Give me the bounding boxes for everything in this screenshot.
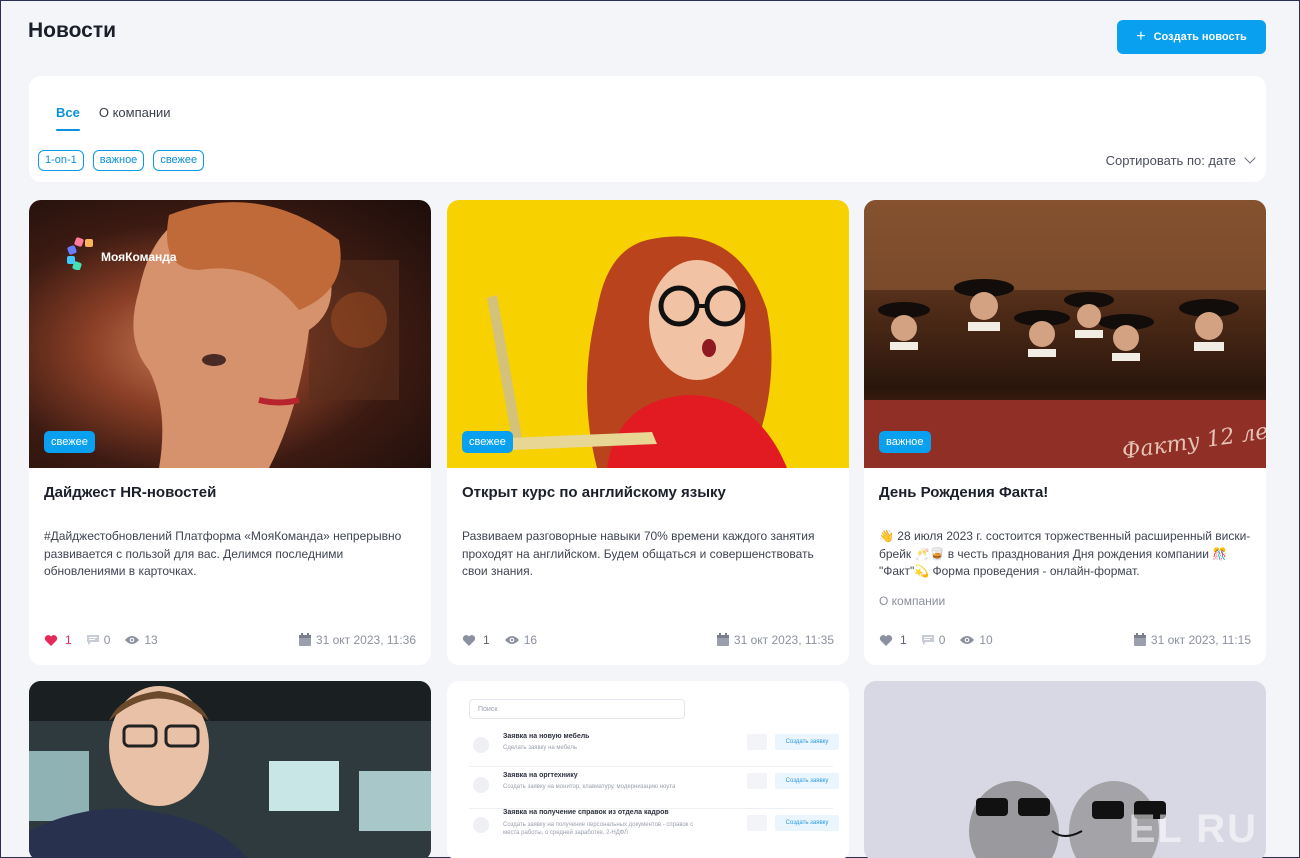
chevron-up-icon <box>747 773 767 789</box>
like-button[interactable]: 1 <box>462 633 490 647</box>
brand-logo: МояКоманда <box>67 236 177 270</box>
news-image <box>29 681 431 858</box>
tag-filters: 1-on-1 важное свежее <box>38 150 205 171</box>
comments-count: 0 <box>103 633 111 647</box>
heart-icon <box>44 634 58 646</box>
chevron-down-icon <box>1244 152 1256 164</box>
request-title: Заявка на оргтехнику <box>503 772 578 779</box>
news-description: Развиваем разговорные навыки 70% времени… <box>462 529 815 578</box>
search-placeholder: Поиск <box>478 706 498 713</box>
views-count: 10 <box>979 633 993 647</box>
tabs: Все О компании <box>56 105 171 131</box>
calendar-icon <box>716 633 729 646</box>
views-stat: 16 <box>504 633 537 647</box>
news-title[interactable]: Открыт курс по английскому языку <box>462 484 726 501</box>
device-icon <box>473 777 489 793</box>
sort-dropdown[interactable]: Сортировать по: дате <box>1105 152 1256 168</box>
news-title[interactable]: Дайджест HR-новостей <box>44 484 216 501</box>
request-title: Заявка на получение справок из отдела ка… <box>503 809 669 816</box>
like-button[interactable]: 1 <box>879 633 907 647</box>
news-image: Поиск Заявка на новую мебель Сделать зая… <box>455 681 841 858</box>
news-category: О компании <box>879 594 946 608</box>
news-image: Факту 12 лет важное <box>864 200 1266 468</box>
comments-button[interactable]: 0 <box>921 633 946 647</box>
news-description: #Дайджестобновлений Платформа «МояКоманд… <box>44 529 402 578</box>
chevron-up-icon <box>747 815 767 831</box>
comment-icon <box>921 635 934 645</box>
views-count: 13 <box>144 633 158 647</box>
doc-icon <box>473 737 489 753</box>
create-news-button[interactable]: + Создать новость <box>1117 20 1266 54</box>
request-row: Заявка на оргтехнику Создать заявку на м… <box>469 771 839 809</box>
date-text: 31 окт 2023, 11:35 <box>733 633 834 647</box>
calendar-icon <box>298 633 311 646</box>
news-card[interactable] <box>29 681 431 858</box>
status-badge: свежее <box>462 431 513 453</box>
news-title[interactable]: День Рождения Факта! <box>879 484 1048 501</box>
request-subtitle: Создать заявку на получение персональных… <box>503 822 694 836</box>
date-text: 31 окт 2023, 11:15 <box>1150 633 1251 647</box>
tag-important[interactable]: важное <box>92 150 145 171</box>
watermark: EL RU <box>1128 807 1258 851</box>
likes-count: 1 <box>65 633 72 647</box>
news-meta: 1 16 31 окт 2023, 11:35 <box>462 633 834 647</box>
request-subtitle: Сделать заявку на мебель <box>503 745 577 751</box>
logo-text: МояКоманда <box>101 250 177 264</box>
heart-icon <box>462 634 476 646</box>
news-card[interactable]: EL RU <box>864 681 1266 858</box>
eye-icon <box>960 636 975 644</box>
comment-icon <box>86 635 99 645</box>
news-card[interactable]: МояКоманда свежее Дайджест HR-новостей #… <box>29 200 431 665</box>
logo-icon <box>67 237 93 270</box>
status-badge: свежее <box>44 431 95 453</box>
likes-count: 1 <box>483 633 490 647</box>
news-image: свежее <box>447 200 849 468</box>
news-card[interactable]: свежее Открыт курс по английскому языку … <box>447 200 849 665</box>
like-button[interactable]: 1 <box>44 633 72 647</box>
create-request-button: Создать заявку <box>775 773 839 789</box>
page-title: Новости <box>28 19 117 42</box>
plus-icon: + <box>1136 28 1146 45</box>
views-count: 16 <box>523 633 538 647</box>
sort-label: Сортировать по: дате <box>1105 153 1236 168</box>
news-card[interactable]: Поиск Заявка на новую мебель Сделать зая… <box>447 681 849 858</box>
news-date: 31 окт 2023, 11:35 <box>716 633 834 647</box>
create-request-button: Создать заявку <box>775 815 839 831</box>
heart-icon <box>879 634 893 646</box>
tab-all[interactable]: Все <box>56 105 80 131</box>
request-row: Заявка на получение справок из отдела ка… <box>469 809 839 849</box>
news-image: МояКоманда свежее <box>29 200 431 468</box>
views-stat: 13 <box>124 633 158 647</box>
user-icon <box>473 817 489 833</box>
eye-icon <box>125 636 140 644</box>
tab-about-company[interactable]: О компании <box>99 105 171 129</box>
news-date: 31 окт 2023, 11:36 <box>298 633 416 647</box>
news-meta: 1 0 13 31 окт 2023, 11:36 <box>44 633 416 647</box>
request-row: Заявка на новую мебель Сделать заявку на… <box>469 731 839 767</box>
comments-button[interactable]: 0 <box>86 633 111 647</box>
status-badge: важное <box>879 431 931 453</box>
likes-count: 1 <box>900 633 907 647</box>
news-date: 31 окт 2023, 11:15 <box>1133 633 1251 647</box>
eye-icon <box>504 636 519 644</box>
request-subtitle: Создать заявку на монитор, клавиатуру, м… <box>503 784 676 790</box>
views-stat: 10 <box>959 633 993 647</box>
tag-fresh[interactable]: свежее <box>153 150 205 171</box>
search-field: Поиск <box>469 699 685 719</box>
tag-1on1[interactable]: 1-on-1 <box>38 150 84 171</box>
create-request-button: Создать заявку <box>775 734 839 750</box>
news-card[interactable]: Факту 12 лет важное День Рождения Факта!… <box>864 200 1266 665</box>
news-meta: 1 0 10 31 окт 2023, 11:15 <box>879 633 1251 647</box>
chevron-up-icon <box>747 734 767 750</box>
filter-panel: Все О компании 1-on-1 важное свежее Сорт… <box>29 76 1266 182</box>
request-title: Заявка на новую мебель <box>503 733 590 740</box>
news-description: 👋 28 июля 2023 г. состоится торжественны… <box>879 529 1251 578</box>
date-text: 31 окт 2023, 11:36 <box>315 633 416 647</box>
comments-count: 0 <box>938 633 946 647</box>
calendar-icon <box>1133 633 1146 646</box>
create-news-label: Создать новость <box>1153 31 1247 43</box>
